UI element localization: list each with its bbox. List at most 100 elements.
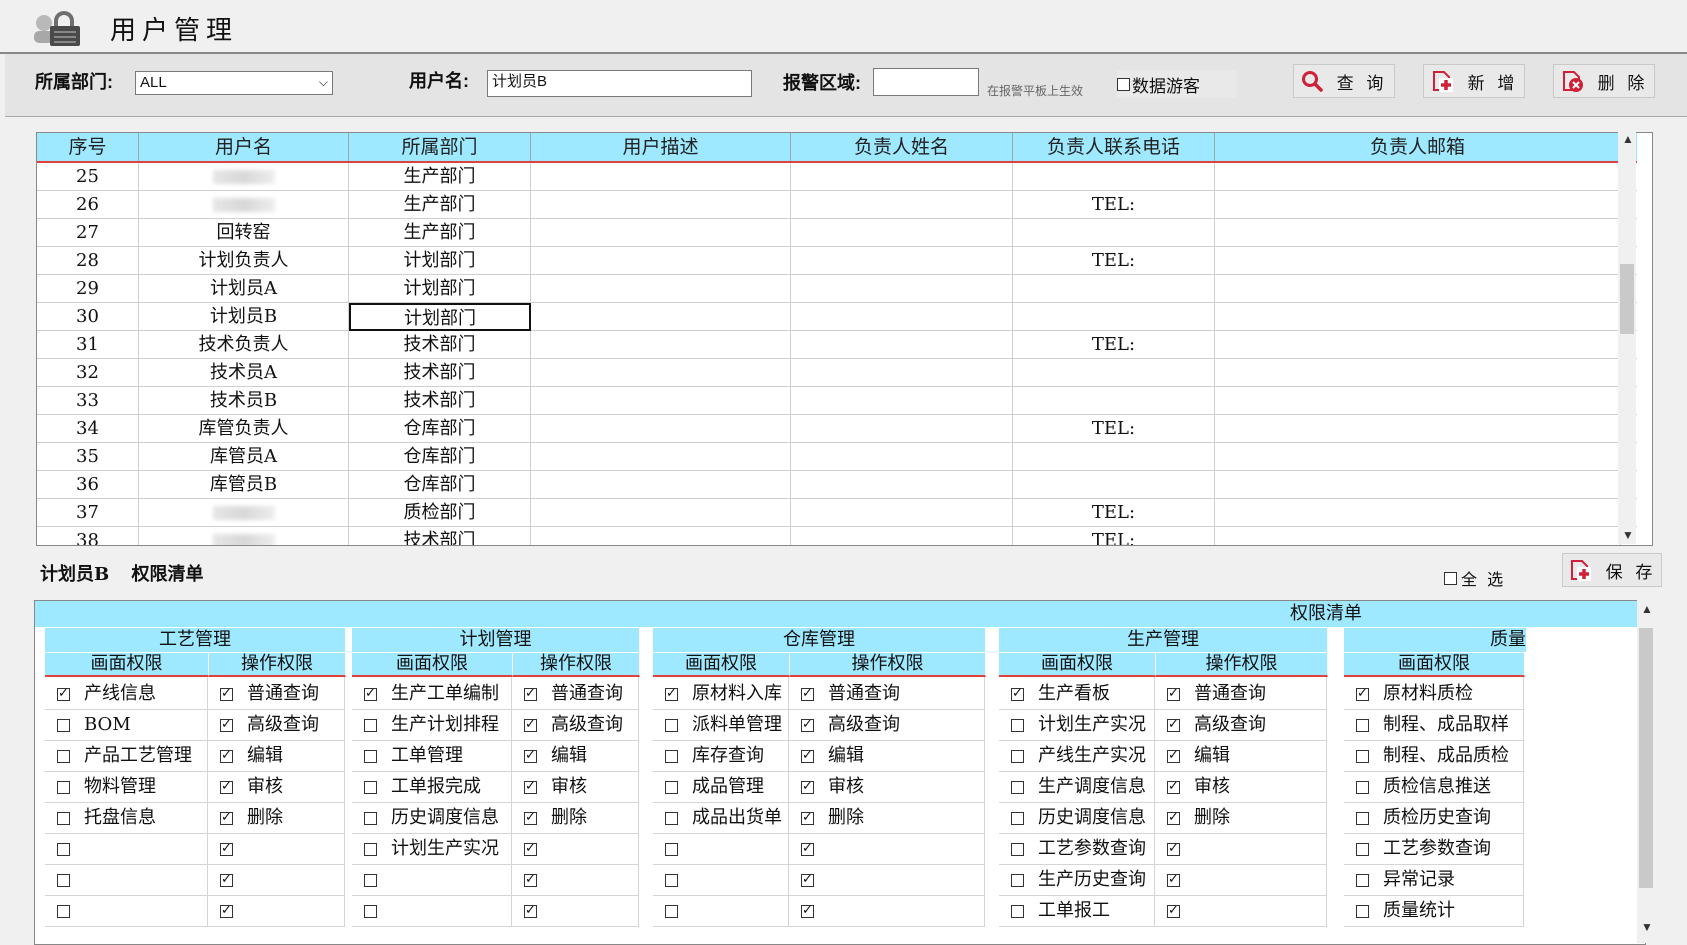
screen-permission-item[interactable]: 库存查询 <box>653 739 789 772</box>
permission-checkbox[interactable] <box>1356 873 1369 887</box>
screen-permission-item[interactable]: 生产计划排程 <box>352 708 512 741</box>
operation-permission-item[interactable] <box>208 863 345 896</box>
screen-permission-item[interactable]: 质检信息推送 <box>1344 770 1524 803</box>
screen-permission-item[interactable]: 历史调度信息 <box>352 801 512 834</box>
cell-dept[interactable]: 计划部门 <box>349 247 531 275</box>
select-all-box[interactable] <box>1444 571 1457 585</box>
permission-checkbox[interactable] <box>801 809 814 827</box>
operation-permission-item[interactable] <box>512 863 639 896</box>
permission-checkbox[interactable] <box>665 780 678 794</box>
table-row[interactable]: 35 库管员A 仓库部门 <box>37 443 1637 471</box>
permission-checkbox[interactable] <box>57 718 70 732</box>
cell-no[interactable]: 30 <box>37 303 139 331</box>
permission-checkbox[interactable] <box>57 873 70 887</box>
cell-owner[interactable] <box>791 415 1013 443</box>
cell-desc[interactable] <box>531 219 791 247</box>
permission-checkbox[interactable] <box>220 809 233 827</box>
table-row[interactable]: 32 技术员A 技术部门 <box>37 359 1637 387</box>
screen-permission-item[interactable] <box>352 863 512 896</box>
cell-email[interactable] <box>1215 471 1621 499</box>
cell-email[interactable] <box>1215 303 1621 331</box>
permission-checkbox[interactable] <box>1011 749 1024 763</box>
permission-checkbox[interactable] <box>1011 780 1024 794</box>
permission-checkbox[interactable] <box>1167 778 1180 796</box>
permission-checkbox[interactable] <box>524 747 537 765</box>
col-header-tel[interactable]: 负责人联系电话 <box>1013 133 1215 161</box>
cell-no[interactable]: 34 <box>37 415 139 443</box>
permission-checkbox[interactable] <box>524 871 537 889</box>
operation-permission-item[interactable]: 普通查询 <box>512 677 639 710</box>
screen-permission-item[interactable]: 原材料入库 <box>653 677 789 710</box>
permission-checkbox[interactable] <box>665 811 678 825</box>
permission-checkbox[interactable] <box>57 904 70 918</box>
permission-checkbox[interactable] <box>364 904 377 918</box>
cell-dept[interactable]: 仓库部门 <box>349 443 531 471</box>
screen-permission-item[interactable]: 计划生产实况 <box>352 832 512 865</box>
cell-dept[interactable]: 技术部门 <box>349 527 531 545</box>
cell-email[interactable] <box>1215 387 1621 415</box>
operation-permission-item[interactable] <box>512 894 639 927</box>
screen-permission-item[interactable]: 生产调度信息 <box>999 770 1155 803</box>
permission-checkbox[interactable] <box>801 902 814 920</box>
cell-owner[interactable] <box>791 359 1013 387</box>
cell-desc[interactable] <box>531 471 791 499</box>
operation-permission-item[interactable]: 审核 <box>1155 770 1327 803</box>
cell-email[interactable] <box>1215 191 1621 219</box>
col-header-owner[interactable]: 负责人姓名 <box>791 133 1013 161</box>
cell-username[interactable]: 技术员A <box>139 359 349 387</box>
table-row[interactable]: 38 技术部门 TEL: <box>37 527 1637 545</box>
cell-owner[interactable] <box>791 163 1013 191</box>
scroll-thumb[interactable] <box>1639 628 1653 888</box>
cell-no[interactable]: 31 <box>37 331 139 359</box>
cell-username[interactable]: 库管员A <box>139 443 349 471</box>
cell-desc[interactable] <box>531 163 791 191</box>
cell-tel[interactable]: TEL: <box>1013 331 1215 359</box>
permission-checkbox[interactable] <box>524 840 537 858</box>
cell-owner[interactable] <box>791 275 1013 303</box>
user-table-scrollbar[interactable]: ▲ ▼ <box>1618 132 1636 544</box>
cell-dept[interactable]: 仓库部门 <box>349 471 531 499</box>
cell-dept[interactable]: 生产部门 <box>349 219 531 247</box>
guest-checkbox-box[interactable] <box>1117 77 1130 91</box>
permission-checkbox[interactable] <box>524 685 537 703</box>
screen-permission-item[interactable]: 工单报工 <box>999 894 1155 927</box>
operation-permission-item[interactable] <box>512 832 639 865</box>
cell-owner[interactable] <box>791 247 1013 275</box>
screen-permission-item[interactable]: 质量统计 <box>1344 894 1524 927</box>
cell-tel[interactable]: TEL: <box>1013 247 1215 275</box>
permission-checkbox[interactable] <box>801 685 814 703</box>
screen-permission-item[interactable] <box>352 894 512 927</box>
cell-owner[interactable] <box>791 499 1013 527</box>
cell-tel[interactable]: TEL: <box>1013 191 1215 219</box>
table-row[interactable]: 25 生产部门 <box>37 163 1637 191</box>
table-row[interactable]: 36 库管员B 仓库部门 <box>37 471 1637 499</box>
permission-checkbox[interactable] <box>665 842 678 856</box>
table-row[interactable]: 28 计划负责人 计划部门 TEL: <box>37 247 1637 275</box>
cell-username[interactable] <box>139 527 349 545</box>
scroll-down-icon[interactable]: ▼ <box>1641 920 1653 934</box>
cell-tel[interactable] <box>1013 387 1215 415</box>
cell-dept[interactable]: 技术部门 <box>349 387 531 415</box>
cell-desc[interactable] <box>531 359 791 387</box>
operation-permission-item[interactable]: 普通查询 <box>789 677 985 710</box>
guest-checkbox[interactable]: 数据游客 <box>1117 70 1237 98</box>
cell-no[interactable]: 26 <box>37 191 139 219</box>
permission-checkbox[interactable] <box>220 747 233 765</box>
permission-checkbox[interactable] <box>220 685 233 703</box>
cell-username[interactable]: 技术员B <box>139 387 349 415</box>
table-row[interactable]: 37 质检部门 TEL: <box>37 499 1637 527</box>
permission-checkbox[interactable] <box>524 809 537 827</box>
permission-checkbox[interactable] <box>1167 902 1180 920</box>
cell-email[interactable] <box>1215 331 1621 359</box>
permission-checkbox[interactable] <box>57 780 70 794</box>
cell-desc[interactable] <box>531 443 791 471</box>
operation-permission-item[interactable] <box>789 832 985 865</box>
permission-checkbox[interactable] <box>220 902 233 920</box>
screen-permission-item[interactable]: 原材料质检 <box>1344 677 1524 710</box>
cell-no[interactable]: 37 <box>37 499 139 527</box>
operation-permission-item[interactable] <box>1155 894 1327 927</box>
cell-username[interactable]: 计划负责人 <box>139 247 349 275</box>
permission-checkbox[interactable] <box>801 716 814 734</box>
cell-desc[interactable] <box>531 303 791 331</box>
permission-checkbox[interactable] <box>1356 842 1369 856</box>
